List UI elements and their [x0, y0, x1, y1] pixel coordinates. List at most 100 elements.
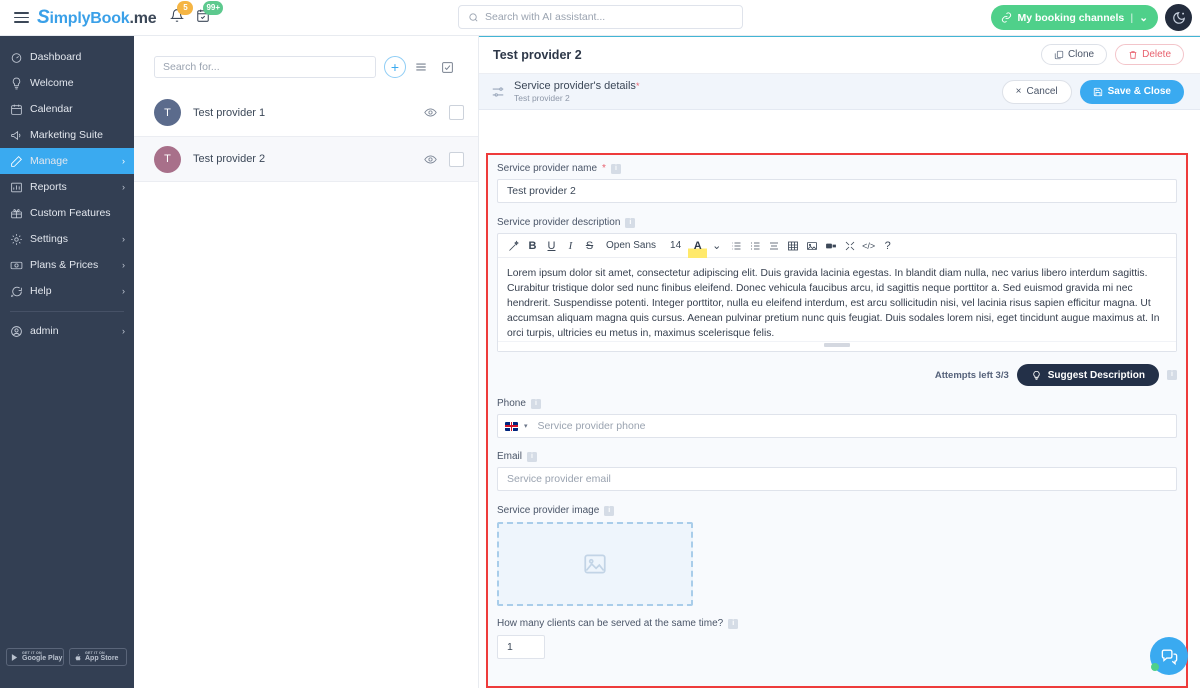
magic-wand-icon[interactable]: [504, 234, 523, 258]
calendar-icon: [10, 103, 28, 116]
list-toolbar: Search for... +: [134, 36, 478, 78]
dark-mode-toggle[interactable]: [1165, 4, 1192, 31]
sidebar-item-plans-prices[interactable]: Plans & Prices›: [0, 252, 134, 278]
suggest-description-button[interactable]: Suggest Description: [1017, 364, 1159, 386]
logo-s: S: [37, 7, 49, 28]
provider-name-input[interactable]: Test provider 2: [497, 179, 1177, 203]
cancel-label: Cancel: [1026, 86, 1057, 97]
underline-icon[interactable]: U: [542, 234, 561, 258]
sidebar-item-marketing-suite[interactable]: Marketing Suite: [0, 122, 134, 148]
subheader-title: Service provider's details: [514, 80, 636, 92]
list-item[interactable]: TTest provider 2: [134, 136, 478, 182]
row-checkbox[interactable]: [449, 152, 464, 167]
add-provider-button[interactable]: +: [384, 56, 406, 78]
sidebar-item-help[interactable]: Help›: [0, 278, 134, 304]
sidebar-item-manage[interactable]: Manage›: [0, 148, 134, 174]
chat-widget-button[interactable]: [1150, 637, 1188, 675]
gb-flag-icon[interactable]: [505, 422, 518, 431]
color-dropdown-icon[interactable]: ⌄: [707, 234, 726, 258]
sidebar-item-admin[interactable]: admin ›: [0, 318, 134, 344]
strikethrough-icon[interactable]: S: [580, 234, 599, 258]
text-color-icon[interactable]: A: [688, 234, 707, 258]
bullet-list-icon[interactable]: [726, 234, 745, 258]
info-icon[interactable]: i: [527, 452, 537, 462]
logo-book: Book: [90, 10, 129, 27]
font-size-select[interactable]: 14: [663, 234, 688, 258]
bold-icon[interactable]: B: [523, 234, 542, 258]
row-checkbox[interactable]: [449, 105, 464, 120]
calendar-notifications[interactable]: 99+: [196, 8, 210, 28]
plus-icon: +: [391, 59, 399, 75]
menu-toggle-icon[interactable]: [6, 12, 36, 23]
editor-resize-handle[interactable]: [498, 341, 1176, 351]
suggest-row: Attempts left 3/3 Suggest Description i: [497, 364, 1177, 386]
logo-imply: imply: [49, 10, 90, 27]
sidebar-item-welcome[interactable]: Welcome: [0, 70, 134, 96]
apple-icon: [73, 653, 82, 662]
chevron-right-icon: ›: [122, 156, 125, 166]
visibility-eye-icon[interactable]: [424, 153, 437, 166]
ai-search-input[interactable]: Search with AI assistant...: [458, 5, 743, 29]
email-placeholder: Service provider email: [507, 473, 611, 485]
image-dropzone[interactable]: [497, 522, 693, 606]
link-icon: [1001, 12, 1012, 23]
provider-search-placeholder: Search for...: [163, 61, 220, 73]
sidebar-item-settings[interactable]: Settings›: [0, 226, 134, 252]
phone-input[interactable]: ▾ Service provider phone: [497, 414, 1177, 438]
email-input[interactable]: Service provider email: [497, 467, 1177, 491]
visibility-eye-icon[interactable]: [424, 106, 437, 119]
delete-label: Delete: [1142, 49, 1171, 60]
google-play-badge[interactable]: GET IT ONGoogle Play: [6, 648, 64, 666]
clone-button[interactable]: Clone: [1041, 44, 1107, 65]
font-family-select[interactable]: Open Sans: [599, 234, 663, 258]
info-icon[interactable]: i: [531, 399, 541, 409]
list-item[interactable]: TTest provider 1: [134, 90, 478, 136]
numbered-list-icon[interactable]: [745, 234, 764, 258]
sidebar: DashboardWelcomeCalendarMarketing SuiteM…: [0, 36, 134, 688]
clients-count-input[interactable]: 1: [497, 635, 545, 659]
table-icon[interactable]: [783, 234, 802, 258]
notifications-bell[interactable]: 5: [170, 8, 184, 28]
app-store-badge[interactable]: GET IT ONApp Store: [69, 648, 127, 666]
booking-channels-button[interactable]: My booking channels | ⌄: [991, 5, 1158, 30]
provider-search-input[interactable]: Search for...: [154, 56, 376, 78]
field-provider-phone: Phone i ▾ Service provider phone: [488, 398, 1186, 438]
list-view-icon[interactable]: [414, 60, 428, 74]
divider: |: [1130, 12, 1133, 24]
info-icon[interactable]: i: [611, 164, 621, 174]
sidebar-item-label: Help: [30, 285, 52, 297]
rich-text-editor: BUISOpen Sans14A⌄ </>? Lorem ipsum dolor …: [497, 233, 1177, 352]
save-label: Save & Close: [1108, 86, 1171, 97]
info-icon[interactable]: i: [604, 506, 614, 516]
info-icon[interactable]: i: [625, 218, 635, 228]
info-icon[interactable]: i: [1167, 370, 1177, 380]
sidebar-item-calendar[interactable]: Calendar: [0, 96, 134, 122]
info-icon[interactable]: i: [728, 619, 738, 629]
phone-placeholder: Service provider phone: [538, 420, 646, 432]
sidebar-item-dashboard[interactable]: Dashboard: [0, 44, 134, 70]
trash-icon: [1128, 50, 1138, 60]
description-textarea[interactable]: Lorem ipsum dolor sit amet, consectetur …: [498, 258, 1176, 341]
moon-icon: [1172, 11, 1186, 25]
cancel-button[interactable]: × Cancel: [1002, 80, 1072, 104]
store-big-label: Google Play: [22, 655, 62, 662]
video-icon[interactable]: [821, 234, 840, 258]
italic-icon[interactable]: I: [561, 234, 580, 258]
align-icon[interactable]: [764, 234, 783, 258]
chevron-down-icon[interactable]: ⌄: [1139, 12, 1148, 24]
sidebar-item-reports[interactable]: Reports›: [0, 174, 134, 200]
pencil-icon: [10, 155, 28, 168]
page-title: Test provider 2: [493, 48, 1033, 62]
save-and-close-button[interactable]: Save & Close: [1080, 80, 1184, 104]
image-icon[interactable]: [802, 234, 821, 258]
fullscreen-icon[interactable]: [840, 234, 859, 258]
delete-button[interactable]: Delete: [1115, 44, 1184, 65]
flag-dropdown-icon[interactable]: ▾: [524, 422, 528, 430]
provider-name-value: Test provider 2: [507, 185, 576, 197]
select-all-checkbox-icon[interactable]: [441, 61, 454, 74]
help-icon[interactable]: ?: [878, 234, 897, 258]
sidebar-item-custom-features[interactable]: Custom Features: [0, 200, 134, 226]
required-asterisk: *: [636, 81, 640, 91]
code-view-icon[interactable]: </>: [859, 234, 878, 258]
phone-label: Phone: [497, 398, 526, 409]
